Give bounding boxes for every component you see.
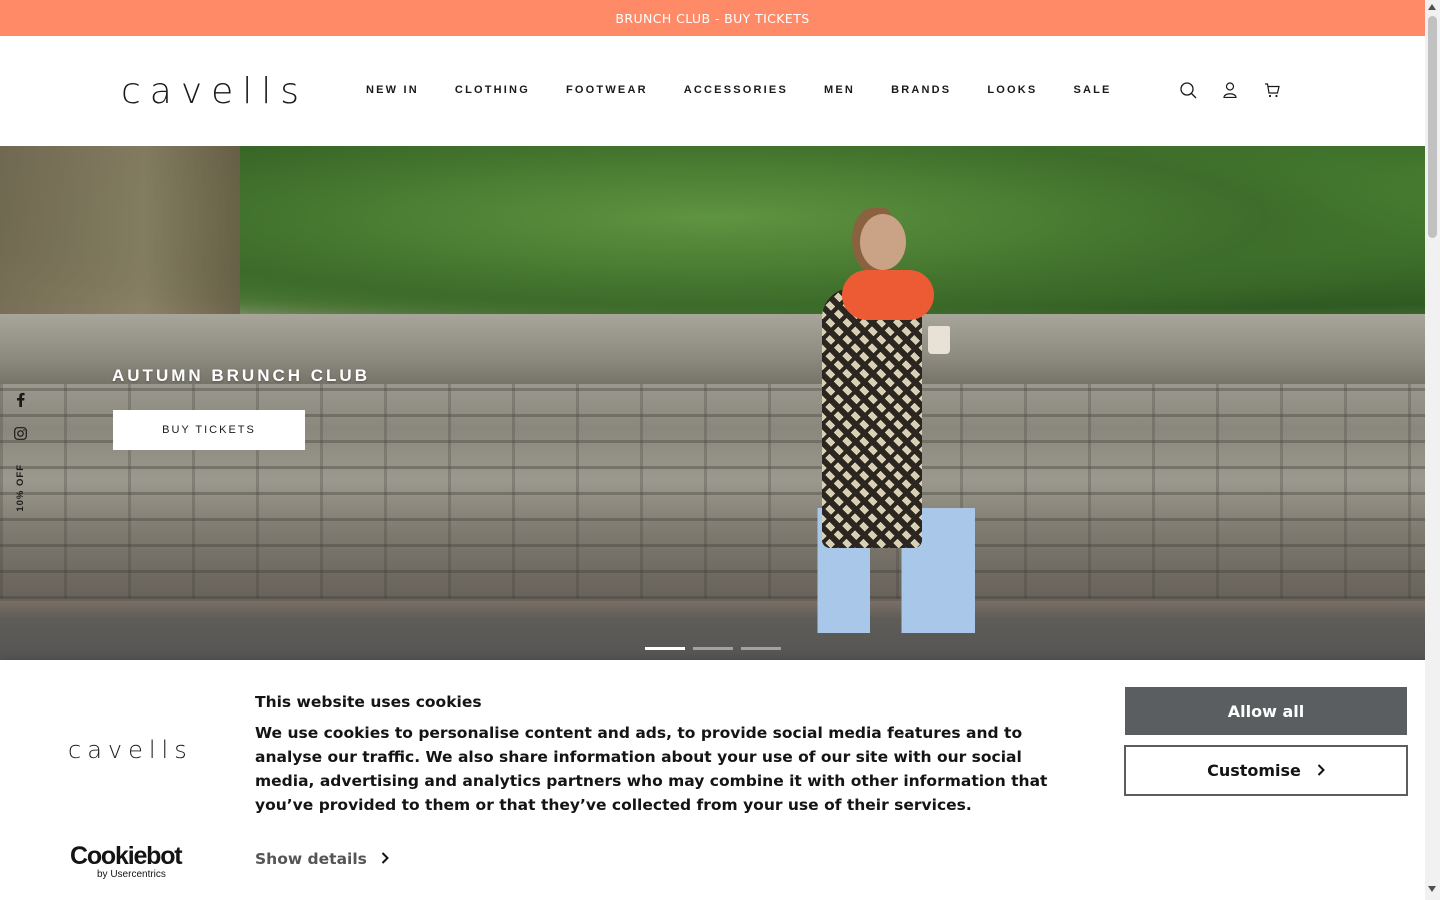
hero-building <box>0 146 240 316</box>
cart-icon[interactable] <box>1262 80 1282 100</box>
slide-dot-2[interactable] <box>693 647 733 650</box>
chevron-right-icon <box>381 850 389 868</box>
social-sidebar: 10% OFF <box>10 392 30 512</box>
buy-tickets-button[interactable]: BUY TICKETS <box>113 410 305 450</box>
cookiebot-logo: Cookiebot by Usercentrics <box>70 842 183 881</box>
scrollbar-thumb[interactable] <box>1428 16 1437 238</box>
main-nav: NEW IN CLOTHING FOOTWEAR ACCESSORIES MEN… <box>366 83 1148 97</box>
cookiebot-wordmark: Cookiebot <box>70 842 183 870</box>
slide-dot-3[interactable] <box>741 647 781 650</box>
customise-label: Customise <box>1207 761 1301 780</box>
announcement-link[interactable]: BRUNCH CLUB - BUY TICKETS <box>615 11 809 26</box>
account-icon[interactable] <box>1220 80 1240 100</box>
scroll-up-icon[interactable] <box>1428 4 1436 10</box>
scroll-down-icon[interactable] <box>1428 886 1436 892</box>
nav-item-looks[interactable]: LOOKS <box>987 83 1037 97</box>
cookie-title: This website uses cookies <box>255 693 482 711</box>
slider-dots <box>645 647 781 650</box>
slide-dot-1[interactable] <box>645 647 685 650</box>
nav-item-clothing[interactable]: CLOTHING <box>455 83 530 97</box>
site-header: cavells NEW IN CLOTHING FOOTWEAR ACCESSO… <box>0 36 1425 146</box>
promo-tab[interactable]: 10% OFF <box>15 464 26 512</box>
customise-button[interactable]: Customise <box>1124 745 1408 796</box>
hero-pavement <box>0 601 1425 660</box>
show-details-label: Show details <box>255 850 367 868</box>
cookiebot-subtitle: by Usercentrics <box>97 869 166 880</box>
show-details-link[interactable]: Show details <box>255 850 389 868</box>
nav-item-accessories[interactable]: ACCESSORIES <box>684 83 788 97</box>
site-logo[interactable]: cavells <box>121 72 308 112</box>
cookie-description: We use cookies to personalise content an… <box>255 724 1048 814</box>
nav-item-brands[interactable]: BRANDS <box>891 83 951 97</box>
hero-banner[interactable]: AUTUMN BRUNCH CLUB BUY TICKETS <box>0 146 1425 660</box>
search-icon[interactable] <box>1178 80 1198 100</box>
nav-item-sale[interactable]: SALE <box>1073 83 1111 97</box>
nav-item-new-in[interactable]: NEW IN <box>366 83 419 97</box>
nav-item-men[interactable]: MEN <box>824 83 855 97</box>
announcement-bar: BRUNCH CLUB - BUY TICKETS <box>0 0 1425 36</box>
hero-title: AUTUMN BRUNCH CLUB <box>112 366 370 385</box>
page-scrollbar[interactable] <box>1425 0 1440 900</box>
allow-all-button[interactable]: Allow all <box>1125 687 1407 735</box>
cookie-banner: cavells Cookiebot by Usercentrics This w… <box>0 660 1425 900</box>
instagram-icon[interactable] <box>13 425 27 444</box>
facebook-icon[interactable] <box>16 392 25 411</box>
header-icons <box>1178 80 1282 100</box>
nav-item-footwear[interactable]: FOOTWEAR <box>566 83 648 97</box>
cookie-site-logo: cavells <box>68 736 193 764</box>
chevron-right-icon <box>1317 761 1325 780</box>
hero-model <box>770 208 990 638</box>
